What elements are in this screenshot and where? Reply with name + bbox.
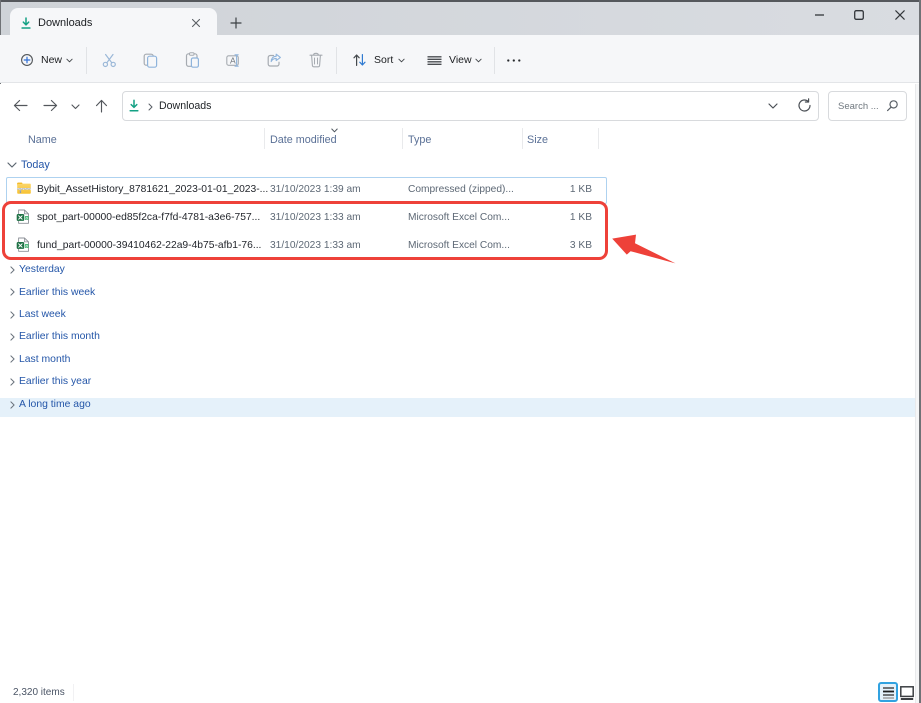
svg-text:A: A <box>230 56 236 66</box>
